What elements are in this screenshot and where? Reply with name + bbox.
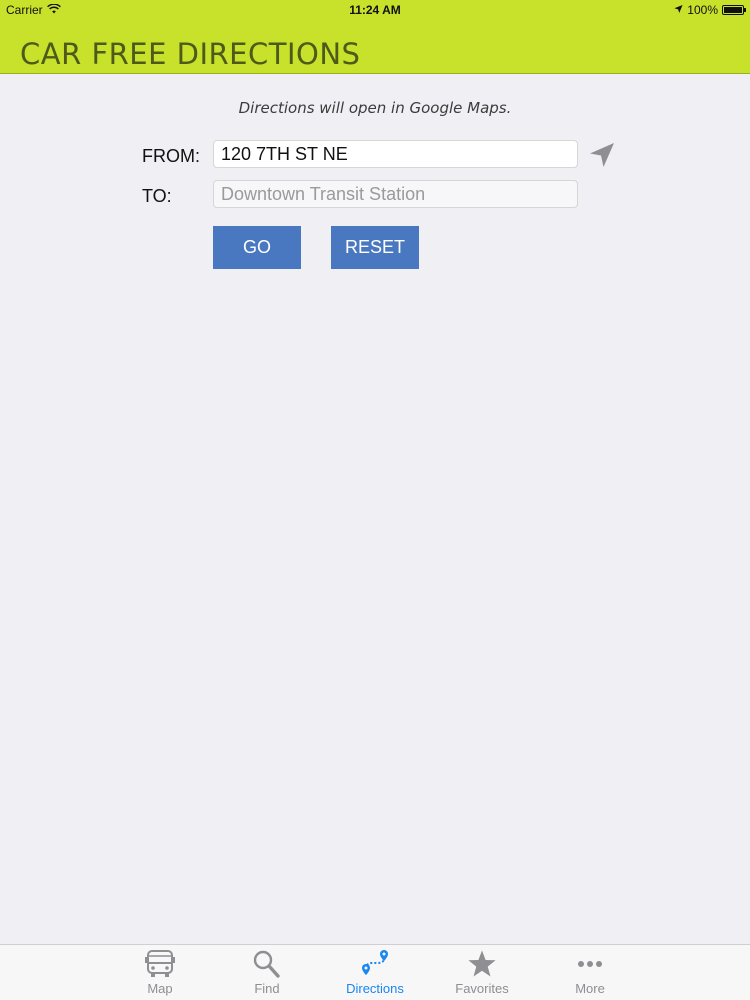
tab-find-label: Find	[254, 981, 280, 996]
tab-more-label: More	[575, 981, 605, 996]
status-time: 11:24 AM	[349, 3, 401, 17]
search-icon	[222, 949, 312, 979]
tab-bar: Map Find Directions Favorites More	[0, 944, 750, 1000]
directions-route-icon	[330, 949, 420, 979]
page-title: CAR FREE DIRECTIONS	[20, 37, 361, 71]
tab-directions-label: Directions	[346, 981, 404, 996]
reset-button[interactable]: RESET	[331, 226, 419, 269]
tab-find[interactable]: Find	[222, 949, 312, 999]
from-label: FROM:	[142, 146, 200, 166]
tab-favorites[interactable]: Favorites	[437, 949, 527, 999]
to-label: TO:	[142, 186, 172, 206]
tab-map-label: Map	[147, 981, 173, 996]
tab-directions[interactable]: Directions	[330, 949, 420, 999]
battery-icon	[722, 5, 746, 15]
battery-percent: 100%	[687, 3, 718, 17]
bus-icon	[115, 949, 205, 979]
status-right: 100%	[674, 3, 746, 17]
to-input[interactable]	[213, 180, 578, 208]
app-header: Carrier 11:24 AM 100% CAR FREE DIRECTION…	[0, 0, 750, 74]
tab-more[interactable]: More	[545, 949, 635, 999]
current-location-icon[interactable]	[588, 141, 616, 169]
go-button[interactable]: GO	[213, 226, 301, 269]
more-dots-icon	[545, 949, 635, 979]
from-input[interactable]	[213, 140, 578, 168]
star-icon	[437, 949, 527, 979]
maps-notice: Directions will open in Google Maps.	[238, 99, 512, 117]
tab-map[interactable]: Map	[115, 949, 205, 999]
status-bar: Carrier 11:24 AM 100%	[0, 0, 750, 22]
tab-favorites-label: Favorites	[455, 981, 509, 996]
location-arrow-small-icon	[674, 3, 683, 17]
